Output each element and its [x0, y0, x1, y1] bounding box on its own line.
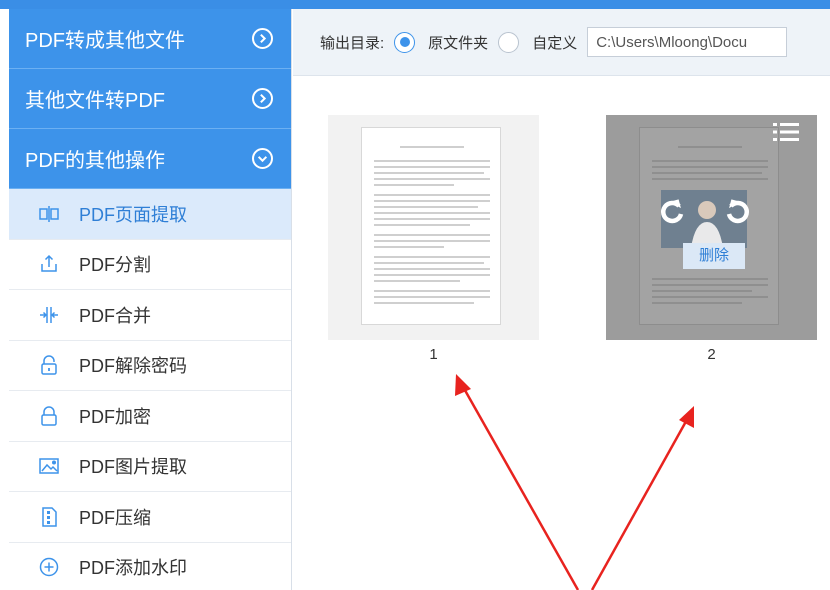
rotate-left-icon[interactable] — [657, 197, 687, 227]
category-other-to-pdf[interactable]: 其他文件转PDF — [9, 69, 291, 129]
unlock-icon — [37, 353, 61, 377]
page-number-2: 2 — [707, 346, 716, 363]
page-extract-icon — [37, 202, 61, 226]
sidebar-item-compress[interactable]: PDF压缩 — [9, 492, 291, 543]
rotate-right-icon[interactable] — [723, 197, 753, 227]
image-extract-icon — [37, 454, 61, 478]
page-thumbnail-2[interactable]: 删除 — [606, 115, 817, 340]
compress-icon — [37, 505, 61, 529]
radio-source-folder-label: 原文件夹 — [428, 34, 489, 52]
sidebar-item-merge[interactable]: PDF合并 — [9, 290, 291, 341]
sidebar-item-label: PDF图片提取 — [79, 457, 187, 478]
chevron-right-circle-icon — [252, 28, 273, 49]
sidebar-item-label: PDF解除密码 — [79, 356, 187, 377]
category-label: 其他文件转PDF — [25, 90, 165, 112]
category-label: PDF转成其他文件 — [25, 30, 185, 52]
page-menu-icon[interactable] — [773, 122, 799, 142]
sidebar-item-label: PDF页面提取 — [79, 204, 187, 225]
output-dir-label: 输出目录: — [320, 34, 385, 52]
output-dir-toolbar: 输出目录: 原文件夹 自定义 — [293, 9, 830, 76]
merge-icon — [37, 303, 61, 327]
category-pdf-to-other[interactable]: PDF转成其他文件 — [9, 9, 291, 69]
category-pdf-other-ops[interactable]: PDF的其他操作 — [9, 129, 291, 189]
sidebar-item-image-extract[interactable]: PDF图片提取 — [9, 442, 291, 492]
delete-page-button[interactable]: 删除 — [683, 243, 745, 269]
sidebar-item-page-extract[interactable]: PDF页面提取 — [9, 189, 291, 240]
sidebar-item-label: PDF加密 — [79, 406, 151, 427]
sidebar-item-label: PDF分割 — [79, 255, 151, 276]
sidebar-item-label: PDF添加水印 — [79, 558, 187, 579]
lock-icon — [37, 404, 61, 428]
window-top-strip — [0, 0, 830, 9]
add-watermark-icon — [37, 555, 61, 579]
page-thumbnail-1[interactable] — [328, 115, 539, 340]
chevron-right-circle-icon — [252, 88, 273, 109]
sidebar-item-label: PDF合并 — [79, 305, 151, 326]
split-icon — [37, 252, 61, 276]
page-preview — [361, 127, 501, 325]
radio-source-folder[interactable] — [394, 31, 416, 53]
category-label: PDF的其他操作 — [25, 150, 165, 172]
sidebar-item-add-watermark[interactable]: PDF添加水印 — [9, 543, 291, 590]
sidebar: PDF转成其他文件 其他文件转PDF PDF的其他操作 PDF页面提取 PDF分… — [9, 9, 292, 590]
radio-custom-label: 自定义 — [532, 34, 578, 52]
sidebar-item-encrypt[interactable]: PDF加密 — [9, 391, 291, 442]
output-path-input[interactable] — [587, 27, 788, 57]
radio-custom[interactable] — [498, 31, 520, 53]
sidebar-item-split[interactable]: PDF分割 — [9, 240, 291, 290]
sidebar-item-label: PDF压缩 — [79, 507, 151, 528]
page-number-1: 1 — [429, 346, 438, 363]
sidebar-item-unlock[interactable]: PDF解除密码 — [9, 341, 291, 391]
chevron-down-circle-icon — [252, 148, 273, 169]
